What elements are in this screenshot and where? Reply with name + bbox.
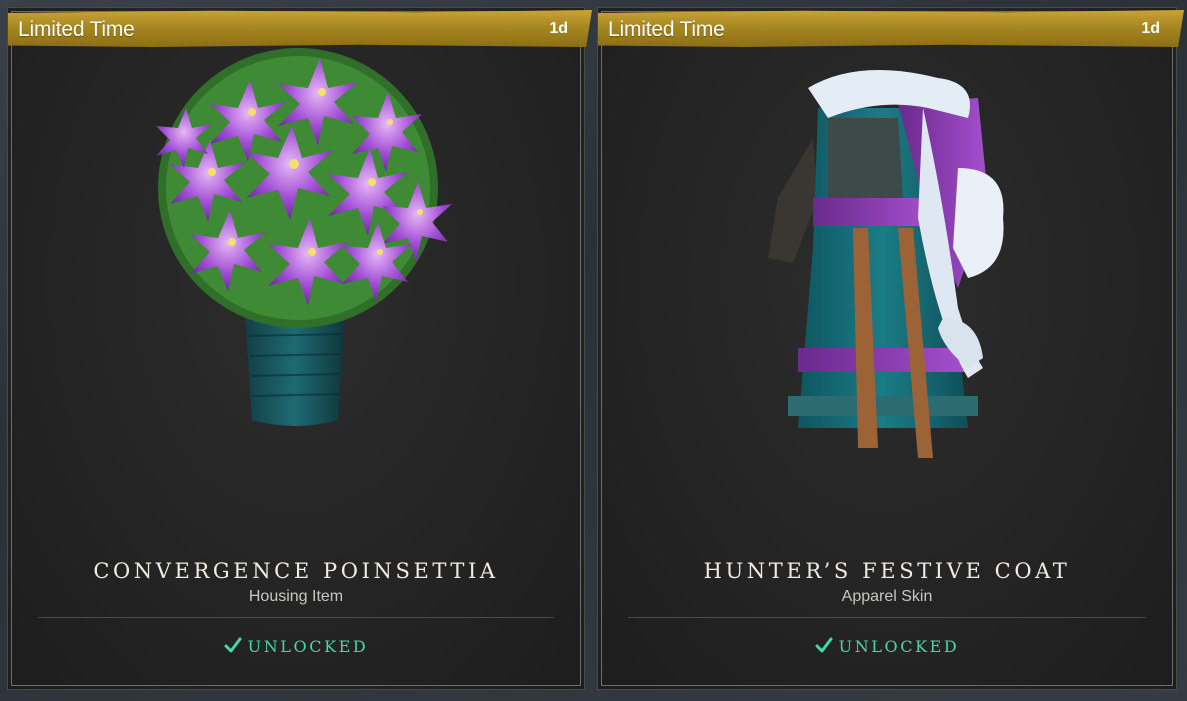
item-type: Housing Item [248,588,344,605]
unlocked-status: UNLOCKED [8,637,584,656]
unlocked-status: UNLOCKED [598,637,1176,656]
banner-label: Limited Time [18,18,135,41]
store-item-card-coat[interactable]: Limited Time 1d HUNTER’S FESTIVE COAT Ap… [598,8,1184,689]
item-name: HUNTER’S FESTIVE COAT [703,559,1071,583]
item-name: CONVERGENCE POINSETTIA [93,559,499,583]
store-item-card-poinsettia[interactable]: Limited Time 1d CONVERGENCE POINSETTIA H… [8,8,592,689]
limited-time-banner: Limited Time 1d [598,10,1184,47]
checkmark-icon [815,637,833,655]
timer-badge: 1d [549,20,568,37]
item-type: Apparel Skin [841,588,933,605]
divider [38,617,554,618]
banner-label: Limited Time [608,18,725,41]
divider [628,617,1146,618]
timer-badge: 1d [1141,20,1160,37]
limited-time-banner: Limited Time 1d [8,10,592,47]
status-label: UNLOCKED [247,637,369,656]
poinsettia-image [156,48,452,426]
festive-coat-image [768,70,1004,458]
checkmark-icon [224,637,242,655]
status-label: UNLOCKED [838,637,960,656]
